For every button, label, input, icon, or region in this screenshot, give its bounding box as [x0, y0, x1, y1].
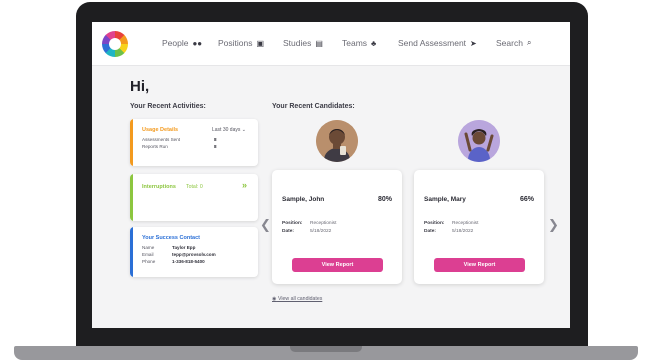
position-value: Receptionist — [452, 221, 479, 226]
nav-teams[interactable]: Teams ♣ — [342, 38, 376, 48]
eye-icon: ◉ — [272, 296, 277, 302]
studies-icon: ▤ — [315, 38, 323, 48]
candidate-card: Sample, John 80% Position: Receptionist … — [272, 170, 402, 284]
carousel-next-icon[interactable]: ❯ — [548, 218, 559, 233]
usage-accent-bar — [130, 119, 133, 166]
candidate-score: 66% — [519, 196, 534, 203]
date-value: 5/18/2022 — [452, 229, 474, 234]
positions-icon: ▣ — [256, 38, 265, 48]
greeting: Hi, — [130, 78, 150, 95]
laptop-notch — [290, 346, 362, 352]
chevron-down-icon: ⌄ — [241, 127, 246, 133]
view-report-button[interactable]: View Report — [292, 258, 383, 272]
contact-label: Name — [142, 245, 155, 250]
date-value: 5/18/2022 — [310, 229, 332, 234]
usage-details-card[interactable]: Usage Details Last 30 days ⌄ Assessments… — [130, 119, 258, 166]
app-screen: People ●● Positions ▣ Studies ▤ Teams ♣ … — [92, 22, 570, 328]
brand-logo[interactable] — [102, 31, 128, 57]
candidate-name: Sample, John — [282, 196, 325, 203]
interruptions-total: Total: 0 — [186, 184, 203, 190]
contact-name: Taylor Epp — [172, 245, 196, 250]
position-label: Position: — [424, 221, 445, 226]
contact-label: Phone — [142, 259, 156, 264]
position-label: Position: — [282, 221, 303, 226]
usage-row-label: Reports Run — [142, 144, 168, 149]
usage-row-label: Assessments Sent — [142, 137, 181, 142]
contact-phone: 1-336-818-5400 — [172, 259, 205, 264]
contact-title: Your Success Contact — [142, 235, 200, 241]
view-report-button[interactable]: View Report — [434, 258, 525, 272]
usage-title: Usage Details — [142, 127, 179, 133]
usage-row-value: 8 — [214, 137, 217, 142]
nav-send-assessment[interactable]: Send Assessment ➤ — [398, 38, 477, 48]
interruptions-card[interactable]: Interruptions Total: 0 » — [130, 174, 258, 221]
candidates-title: Your Recent Candidates: — [272, 103, 355, 110]
candidate-avatar — [458, 120, 500, 162]
date-label: Date: — [424, 229, 436, 234]
interruptions-accent-bar — [130, 174, 133, 221]
nav-search[interactable]: Search ⌕ — [496, 38, 531, 48]
interruptions-title: Interruptions — [142, 184, 176, 190]
carousel-prev-icon[interactable]: ❮ — [260, 218, 271, 233]
success-contact-card: Your Success Contact Name Taylor Epp Ema… — [130, 227, 258, 277]
contact-email[interactable]: tepp@provsolv.com — [172, 252, 216, 257]
date-label: Date: — [282, 229, 294, 234]
contact-label: Email — [142, 252, 154, 257]
nav-people[interactable]: People ●● — [162, 38, 202, 48]
double-chevron-right-icon[interactable]: » — [242, 180, 247, 190]
activities-title: Your Recent Activities: — [130, 103, 206, 110]
nav-positions[interactable]: Positions ▣ — [218, 38, 264, 48]
people-icon: ●● — [192, 38, 203, 48]
usage-period-select[interactable]: Last 30 days ⌄ — [212, 127, 246, 133]
candidate-avatar — [316, 120, 358, 162]
man-avatar-icon — [316, 120, 358, 162]
candidate-card: Sample, Mary 66% Position: Receptionist … — [414, 170, 544, 284]
position-value: Receptionist — [310, 221, 337, 226]
contact-accent-bar — [130, 227, 133, 277]
candidate-score: 80% — [377, 196, 392, 203]
nav-studies[interactable]: Studies ▤ — [283, 38, 323, 48]
candidate-name: Sample, Mary — [424, 196, 466, 203]
search-icon: ⌕ — [526, 38, 532, 47]
woman-avatar-icon — [458, 120, 500, 162]
usage-row-value: 8 — [214, 144, 217, 149]
top-nav: People ●● Positions ▣ Studies ▤ Teams ♣ … — [92, 22, 570, 66]
teams-icon: ♣ — [371, 38, 377, 48]
send-icon: ➤ — [470, 38, 477, 48]
view-all-candidates-link[interactable]: ◉ View all candidates — [272, 296, 322, 302]
